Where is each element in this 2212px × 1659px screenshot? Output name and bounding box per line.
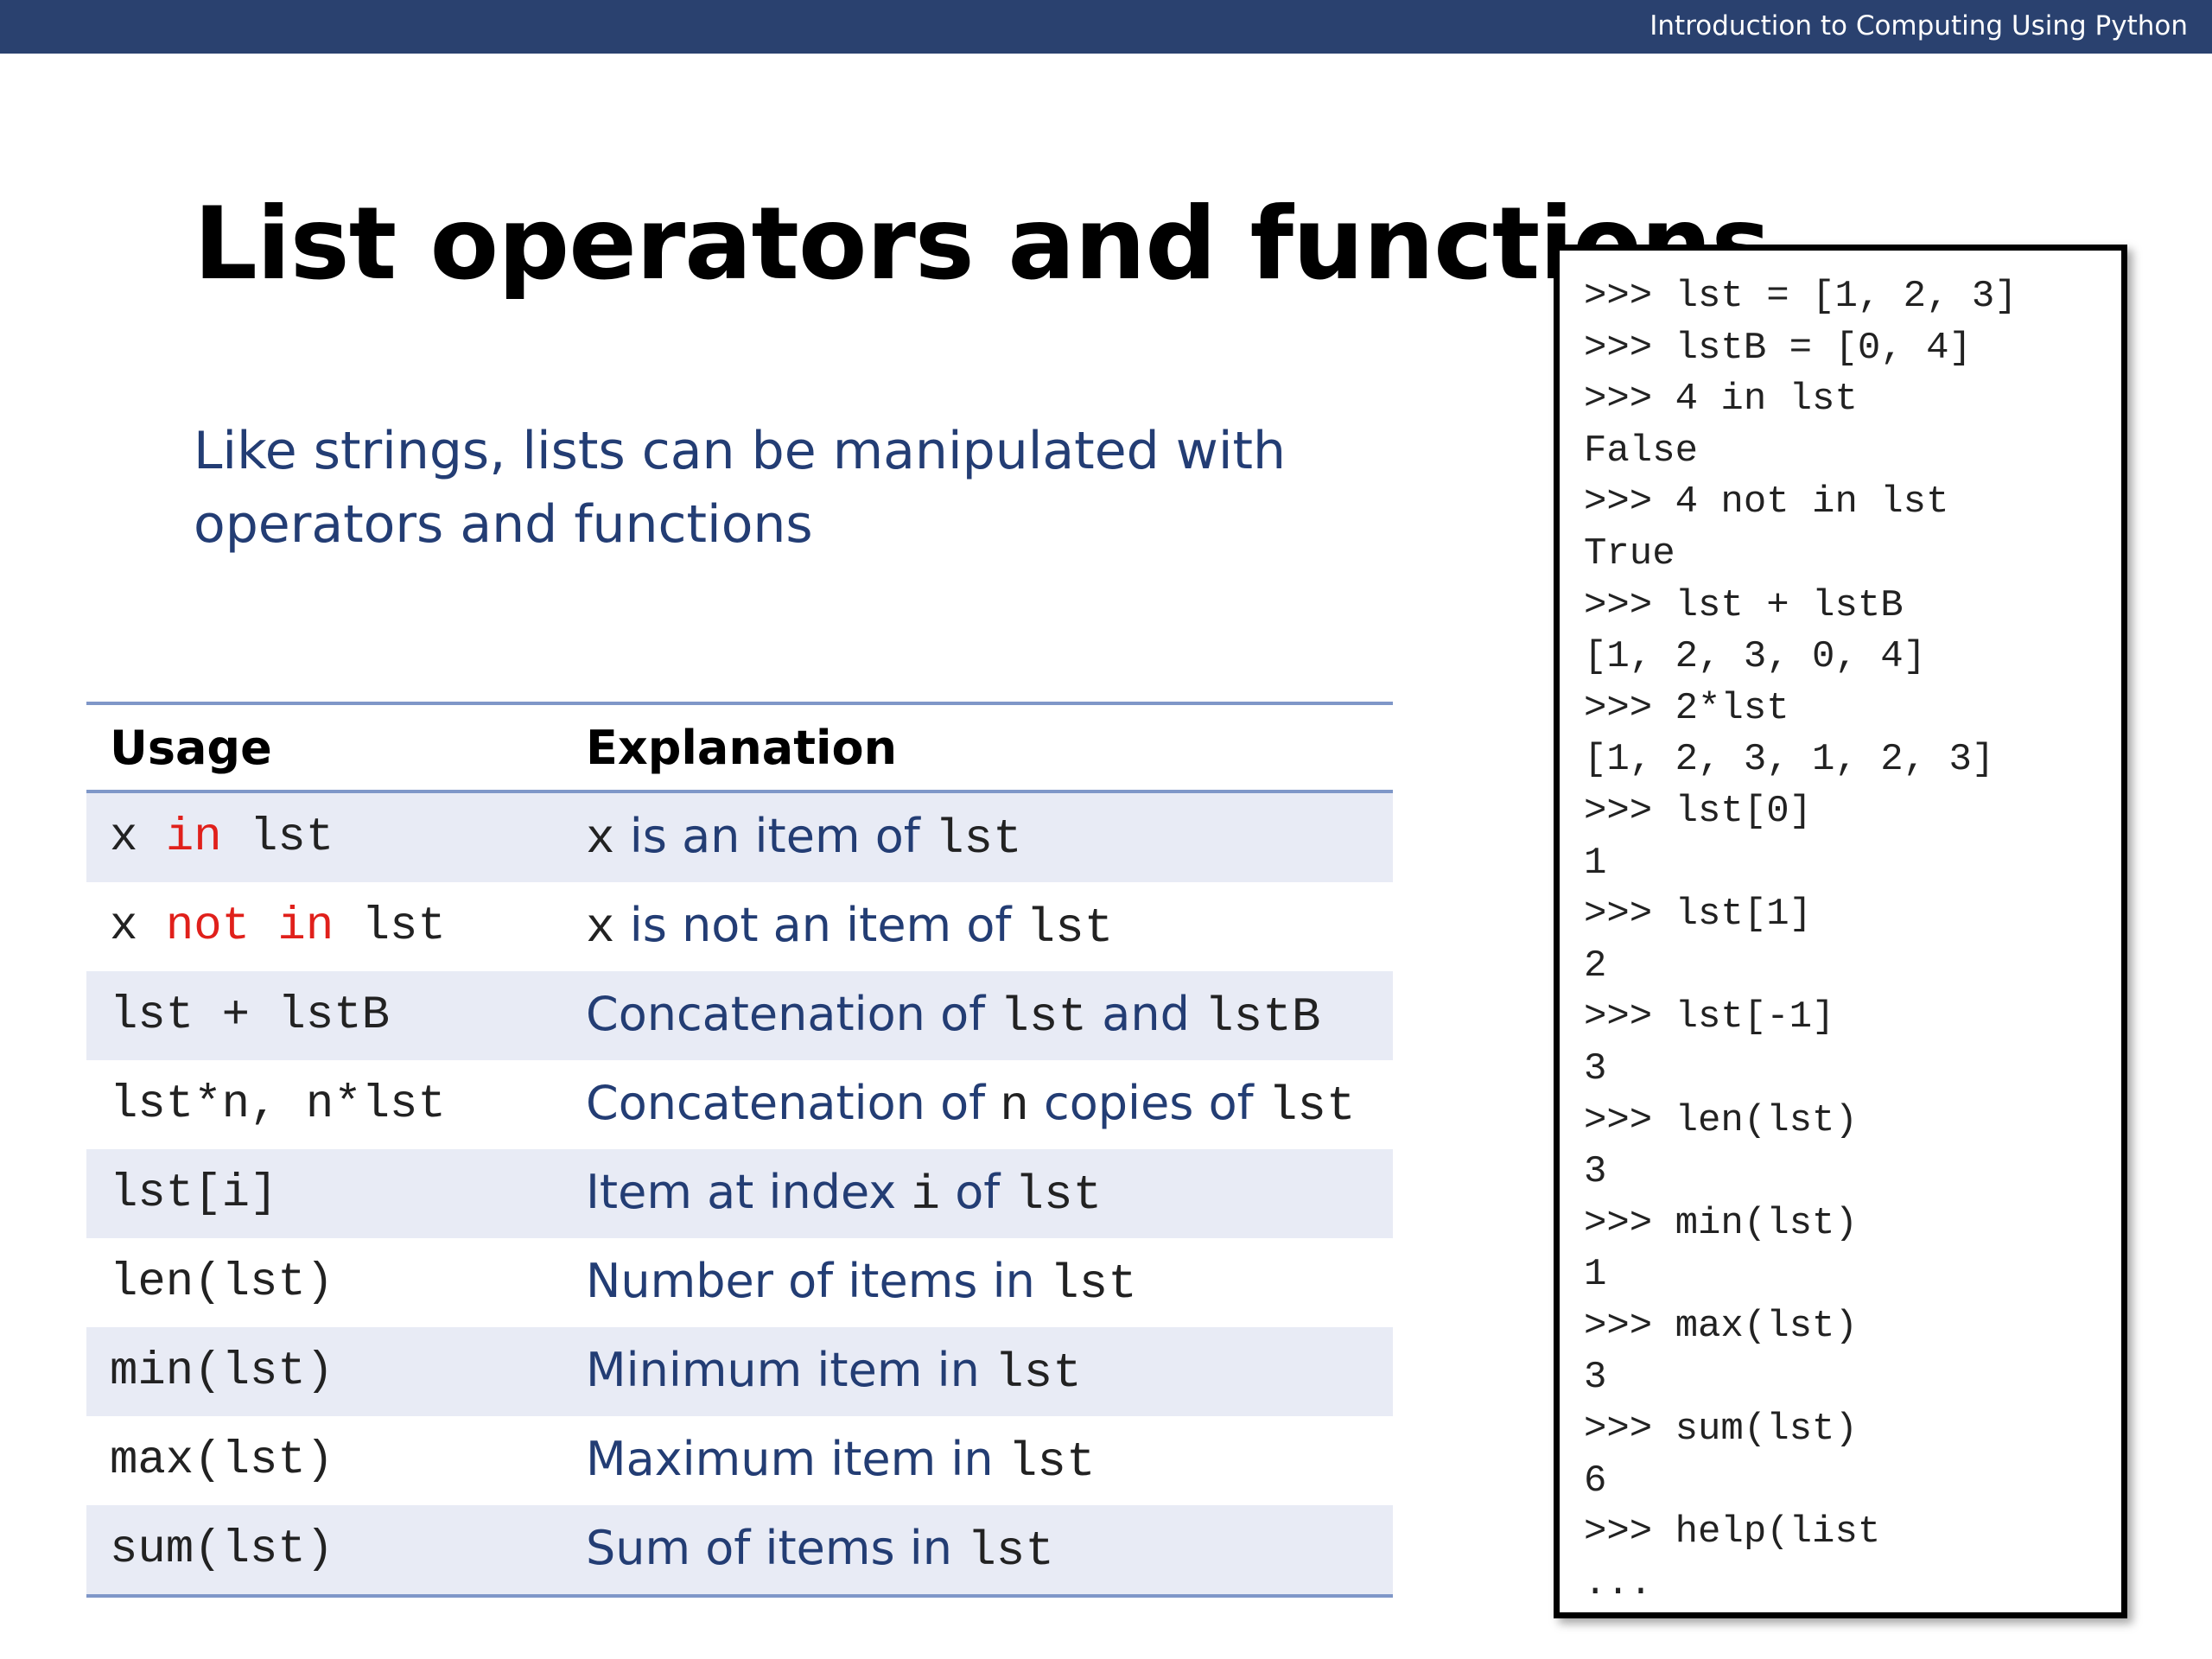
shell-line: >>> 4 not in lst (1584, 480, 1949, 524)
explanation-header: Explanation (563, 703, 1393, 793)
explanation-cell: Concatenation of lst and lstB (563, 971, 1393, 1060)
shell-line: 3 (1584, 1150, 1607, 1194)
shell-line: >>> sum(lst) (1584, 1408, 1858, 1452)
explanation-cell: Maximum item in lst (586, 1432, 1096, 1490)
shell-line: False (1584, 429, 1699, 473)
header-bar: Introduction to Computing Using Python (0, 0, 2212, 54)
usage-cell: sum(lst) (86, 1505, 563, 1596)
shell-line: >>> max(lst) (1584, 1304, 1858, 1348)
explanation-cell: x is an item of lst (563, 791, 1393, 882)
shell-line: 3 (1584, 1046, 1607, 1090)
shell-line: >>> lst[0] (1584, 789, 1813, 833)
shell-line: >>> min(lst) (1584, 1201, 1858, 1245)
usage-cell: x not in lst (110, 900, 446, 953)
usage-cell: lst + lstB (86, 971, 563, 1060)
shell-line: 3 (1584, 1356, 1607, 1400)
table-row: x in lst x is an item of lst (86, 791, 1393, 882)
shell-line: True (1584, 531, 1675, 575)
shell-line: 6 (1584, 1459, 1607, 1503)
slide-subtitle: Like strings, lists can be manipulated w… (194, 415, 1317, 562)
shell-line: 1 (1584, 1253, 1607, 1297)
shell-line: ... (1584, 1561, 1653, 1605)
slide-title: List operators and functions (194, 186, 1770, 302)
shell-line: 1 (1584, 841, 1607, 885)
shell-line: >>> lst = [1, 2, 3] (1584, 275, 2018, 318)
usage-cell: lst*n, n*lst (110, 1078, 446, 1131)
usage-cell: x in lst (86, 791, 563, 882)
explanation-cell: Sum of items in lst (563, 1505, 1393, 1596)
usage-cell: lst[i] (86, 1149, 563, 1238)
usage-header: Usage (86, 703, 563, 793)
shell-line: >>> lst + lstB (1584, 583, 1904, 627)
usage-cell: min(lst) (86, 1327, 563, 1416)
table-row: lst*n, n*lst Concatenation of n copies o… (86, 1060, 1393, 1149)
table-row: sum(lst) Sum of items in lst (86, 1505, 1393, 1596)
explanation-cell: Item at index i of lst (563, 1149, 1393, 1238)
explanation-cell: Minimum item in lst (563, 1327, 1393, 1416)
subtitle-line-1: Like strings, lists can be manipulated w… (194, 421, 1287, 481)
shell-line: >>> lst[1] (1584, 893, 1813, 937)
shell-line: [1, 2, 3, 0, 4] (1584, 635, 1927, 679)
explanation-cell: Number of items in lst (586, 1254, 1137, 1312)
course-title: Introduction to Computing Using Python (1649, 10, 2188, 41)
table-header-row: Usage Explanation (86, 703, 1393, 793)
shell-line: [1, 2, 3, 1, 2, 3] (1584, 738, 1995, 782)
table-row: x not in lst x is not an item of lst (86, 882, 1393, 971)
operators-table: Usage Explanation x in lst x is an item … (86, 702, 1393, 1598)
keyword-not-in: not in (165, 900, 334, 953)
shell-line: >>> lstB = [0, 4] (1584, 326, 1972, 370)
table-row: min(lst) Minimum item in lst (86, 1327, 1393, 1416)
table-row: lst[i] Item at index i of lst (86, 1149, 1393, 1238)
subtitle-line-2: operators and functions (194, 494, 813, 555)
table-row: max(lst) Maximum item in lst (86, 1416, 1393, 1505)
shell-line: >>> help(list (1584, 1510, 1881, 1554)
usage-cell: max(lst) (110, 1434, 334, 1487)
shell-line: >>> lst[-1] (1584, 995, 1835, 1039)
table-row: len(lst) Number of items in lst (86, 1238, 1393, 1327)
usage-cell: len(lst) (110, 1256, 334, 1309)
table-row: lst + lstB Concatenation of lst and lstB (86, 971, 1393, 1060)
shell-line: 2 (1584, 944, 1607, 988)
python-shell-panel: >>> lst = [1, 2, 3] >>> lstB = [0, 4] >>… (1554, 245, 2127, 1618)
shell-line: >>> 4 in lst (1584, 378, 1858, 422)
keyword-in: in (165, 811, 222, 864)
shell-line: >>> 2*lst (1584, 686, 1789, 730)
explanation-cell: Concatenation of n copies of lst (586, 1076, 1356, 1134)
shell-line: >>> len(lst) (1584, 1098, 1858, 1142)
explanation-cell: x is not an item of lst (586, 898, 1114, 956)
